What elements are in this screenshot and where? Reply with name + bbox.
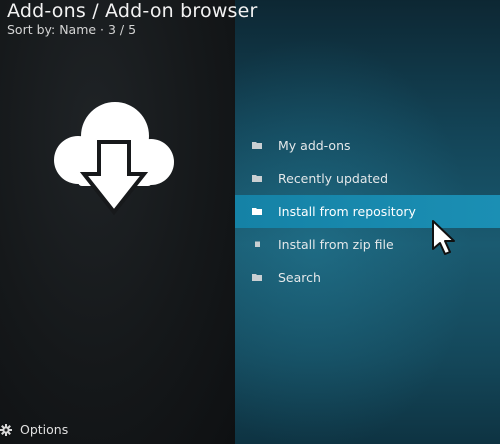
menu-item-search[interactable]: Search [235,261,500,294]
left-panel [0,0,235,444]
menu-item-label: Search [278,270,321,285]
sort-info: Sort by: Name · 3 / 5 [7,22,137,37]
folder-icon [252,208,262,215]
menu-item-recently-updated[interactable]: Recently updated [235,162,500,195]
menu-item-install-from-zip[interactable]: Install from zip file [235,228,500,261]
addon-menu: My add-ons Recently updated Install from… [235,129,500,294]
folder-icon [252,142,262,149]
menu-item-install-from-repository[interactable]: Install from repository [235,195,500,228]
file-icon [255,241,260,247]
options-label: Options [20,422,69,437]
header: Add-ons / Add-on browser Sort by: Name ·… [7,0,258,38]
page-title: Add-ons / Add-on browser [7,0,258,22]
menu-item-my-addons[interactable]: My add-ons [235,129,500,162]
cloud-download-icon [54,102,174,216]
addon-browser-screen: Add-ons / Add-on browser Sort by: Name ·… [0,0,500,444]
folder-icon [252,274,262,281]
menu-item-label: My add-ons [278,138,351,153]
menu-item-label: Install from repository [278,204,416,219]
mouse-pointer-icon [432,220,455,255]
folder-icon [252,175,262,182]
menu-item-label: Recently updated [278,171,389,186]
menu-item-label: Install from zip file [278,237,394,252]
gear-icon [0,424,12,436]
